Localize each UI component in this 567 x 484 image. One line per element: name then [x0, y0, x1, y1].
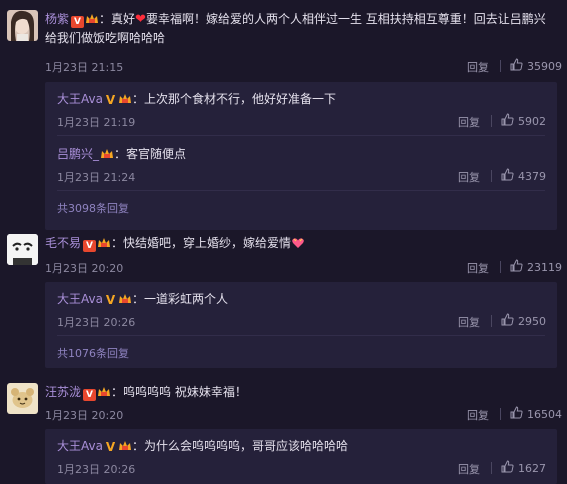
like-button[interactable]: 35909: [510, 58, 562, 74]
reply-item: 大王Ava V ：为什么会呜呜呜呜，哥哥应该哈哈哈哈 1月23日 20:26 回复 …: [45, 429, 557, 484]
reply-button[interactable]: 回复: [467, 260, 489, 276]
divider: [491, 170, 492, 182]
reply-text: ：上次那个食材不行，他好好准备一下: [131, 92, 336, 106]
verified-v-icon: V: [83, 240, 97, 252]
thumbs-up-icon: [501, 313, 514, 329]
reply-button[interactable]: 回复: [458, 169, 480, 185]
reply-item: 吕鹏兴_ ：客官随便点 1月23日 21:24 回复 4379: [45, 137, 557, 185]
like-button[interactable]: 23119: [510, 259, 562, 275]
heart-icon: ❤: [135, 12, 146, 27]
reply-header: 大王Ava V ：为什么会呜呜呜呜，哥哥应该哈哈哈哈: [57, 437, 348, 456]
like-count: 16504: [527, 407, 562, 421]
avatar[interactable]: [7, 234, 38, 265]
kiss-emoji-icon: [291, 236, 305, 250]
crown-badge-icon: [117, 439, 132, 453]
timestamp: 1月23日 20:20: [45, 262, 124, 275]
like-count: 1627: [518, 461, 546, 475]
verified-v-icon: V: [105, 293, 116, 307]
comment-feed: 杨紫 V ：真好❤要幸福啊！嫁给爱的人两个人相伴过一生 互相扶持相互尊重！回去让吕鹏…: [0, 0, 567, 484]
reply-button[interactable]: 回复: [458, 461, 480, 477]
timestamp: 1月23日 20:26: [57, 316, 136, 329]
like-count: 5902: [518, 114, 546, 128]
crown-badge-icon: [117, 292, 132, 306]
timestamp: 1月23日 21:24: [57, 171, 136, 184]
username[interactable]: 吕鹏兴_: [57, 147, 99, 161]
avatar[interactable]: [7, 383, 38, 414]
thumbs-up-icon: [510, 259, 523, 275]
divider: [500, 408, 501, 420]
comment-item: 毛不易 V ：快结婚吧，穿上婚纱，嫁给爱情 1月23日 20:20 回复 23119…: [0, 234, 567, 370]
verified-v-icon: V: [71, 16, 85, 28]
reply-panel: 大王Ava V ：为什么会呜呜呜呜，哥哥应该哈哈哈哈 1月23日 20:26 回复 …: [45, 429, 557, 484]
comment-header: 毛不易 V ：快结婚吧，穿上婚纱，嫁给爱情: [45, 234, 305, 253]
comment-text-line2: 给我们做饭吃啊哈哈哈: [45, 31, 166, 45]
divider: [491, 315, 492, 327]
divider: [500, 261, 501, 273]
timestamp: 1月23日 21:19: [57, 116, 136, 129]
like-button[interactable]: 2950: [501, 313, 546, 329]
like-count: 35909: [527, 59, 562, 73]
comment-text: ：快结婚吧，穿上婚纱，嫁给爱情: [111, 236, 292, 250]
reply-button[interactable]: 回复: [467, 407, 489, 423]
divider: [500, 60, 501, 72]
comment-item: 杨紫 V ：真好❤要幸福啊！嫁给爱的人两个人相伴过一生 互相扶持相互尊重！回去让吕鹏…: [0, 10, 567, 232]
crown-badge-icon: [96, 236, 111, 250]
reply-header: 大王Ava V ：一道彩虹两个人: [57, 290, 228, 309]
avatar[interactable]: [7, 10, 38, 41]
reply-button[interactable]: 回复: [458, 314, 480, 330]
separator: [57, 135, 545, 136]
like-button[interactable]: 1627: [501, 460, 546, 476]
reply-panel: 大王Ava V ：上次那个食材不行，他好好准备一下 1月23日 21:19 回复 5…: [45, 82, 557, 230]
divider: [491, 115, 492, 127]
reply-item: 大王Ava V ：一道彩虹两个人 1月23日 20:26 回复 2950: [45, 282, 557, 330]
reply-header: 大王Ava V ：上次那个食材不行，他好好准备一下: [57, 90, 336, 109]
like-count: 2950: [518, 314, 546, 328]
username[interactable]: 大王Ava: [57, 292, 103, 306]
thumbs-up-icon: [510, 58, 523, 74]
thumbs-up-icon: [501, 460, 514, 476]
thumbs-up-icon: [501, 113, 514, 129]
comment-item: 汪苏泷 V ：呜呜呜呜 祝妹妹幸福！ 1月23日 20:20 回复 16504 大王…: [0, 383, 567, 484]
timestamp: 1月23日 21:15: [45, 61, 124, 74]
separator: [57, 335, 545, 336]
reply-item: 大王Ava V ：上次那个食材不行，他好好准备一下 1月23日 21:19 回复 5…: [45, 82, 557, 130]
comment-text-cont: 要幸福啊！嫁给爱的人两个人相伴过一生 互相扶持相互尊重！回去让吕鹏兴: [145, 12, 546, 26]
like-button[interactable]: 16504: [510, 406, 562, 422]
crown-badge-icon: [96, 385, 111, 399]
reply-button[interactable]: 回复: [458, 114, 480, 130]
more-replies-link[interactable]: 共1076条回复: [57, 345, 129, 361]
more-replies-link[interactable]: 共3098条回复: [57, 200, 129, 216]
crown-badge-icon: [117, 92, 132, 106]
reply-text: ：为什么会呜呜呜呜，哥哥应该哈哈哈哈: [131, 439, 348, 453]
divider: [491, 462, 492, 474]
crown-badge-icon: [99, 147, 114, 161]
like-button[interactable]: 4379: [501, 168, 546, 184]
like-button[interactable]: 5902: [501, 113, 546, 129]
crown-badge-icon: [84, 12, 99, 26]
verified-v-icon: V: [83, 389, 97, 401]
reply-text: ：客官随便点: [114, 147, 187, 161]
thumbs-up-icon: [510, 406, 523, 422]
separator: [57, 190, 545, 191]
like-count: 4379: [518, 169, 546, 183]
thumbs-up-icon: [501, 168, 514, 184]
timestamp: 1月23日 20:26: [57, 463, 136, 476]
username[interactable]: 大王Ava: [57, 439, 103, 453]
comment-text: ：真好: [99, 12, 136, 26]
username[interactable]: 杨紫: [45, 12, 69, 26]
verified-v-icon: V: [105, 440, 116, 454]
username[interactable]: 汪苏泷: [45, 385, 81, 399]
comment-text: ：呜呜呜呜 祝妹妹幸福！: [111, 385, 247, 399]
username[interactable]: 毛不易: [45, 236, 81, 250]
reply-panel: 大王Ava V ：一道彩虹两个人 1月23日 20:26 回复 2950 共1076…: [45, 282, 557, 368]
like-count: 23119: [527, 260, 562, 274]
timestamp: 1月23日 20:20: [45, 409, 124, 422]
comment-header: 汪苏泷 V ：呜呜呜呜 祝妹妹幸福！: [45, 383, 247, 402]
reply-text: ：一道彩虹两个人: [131, 292, 228, 306]
comment-header: 杨紫 V ：真好❤要幸福啊！嫁给爱的人两个人相伴过一生 互相扶持相互尊重！回去让吕鹏…: [45, 10, 546, 29]
verified-v-icon: V: [105, 93, 116, 107]
reply-button[interactable]: 回复: [467, 59, 489, 75]
username[interactable]: 大王Ava: [57, 92, 103, 106]
reply-header: 吕鹏兴_ ：客官随便点: [57, 145, 186, 164]
